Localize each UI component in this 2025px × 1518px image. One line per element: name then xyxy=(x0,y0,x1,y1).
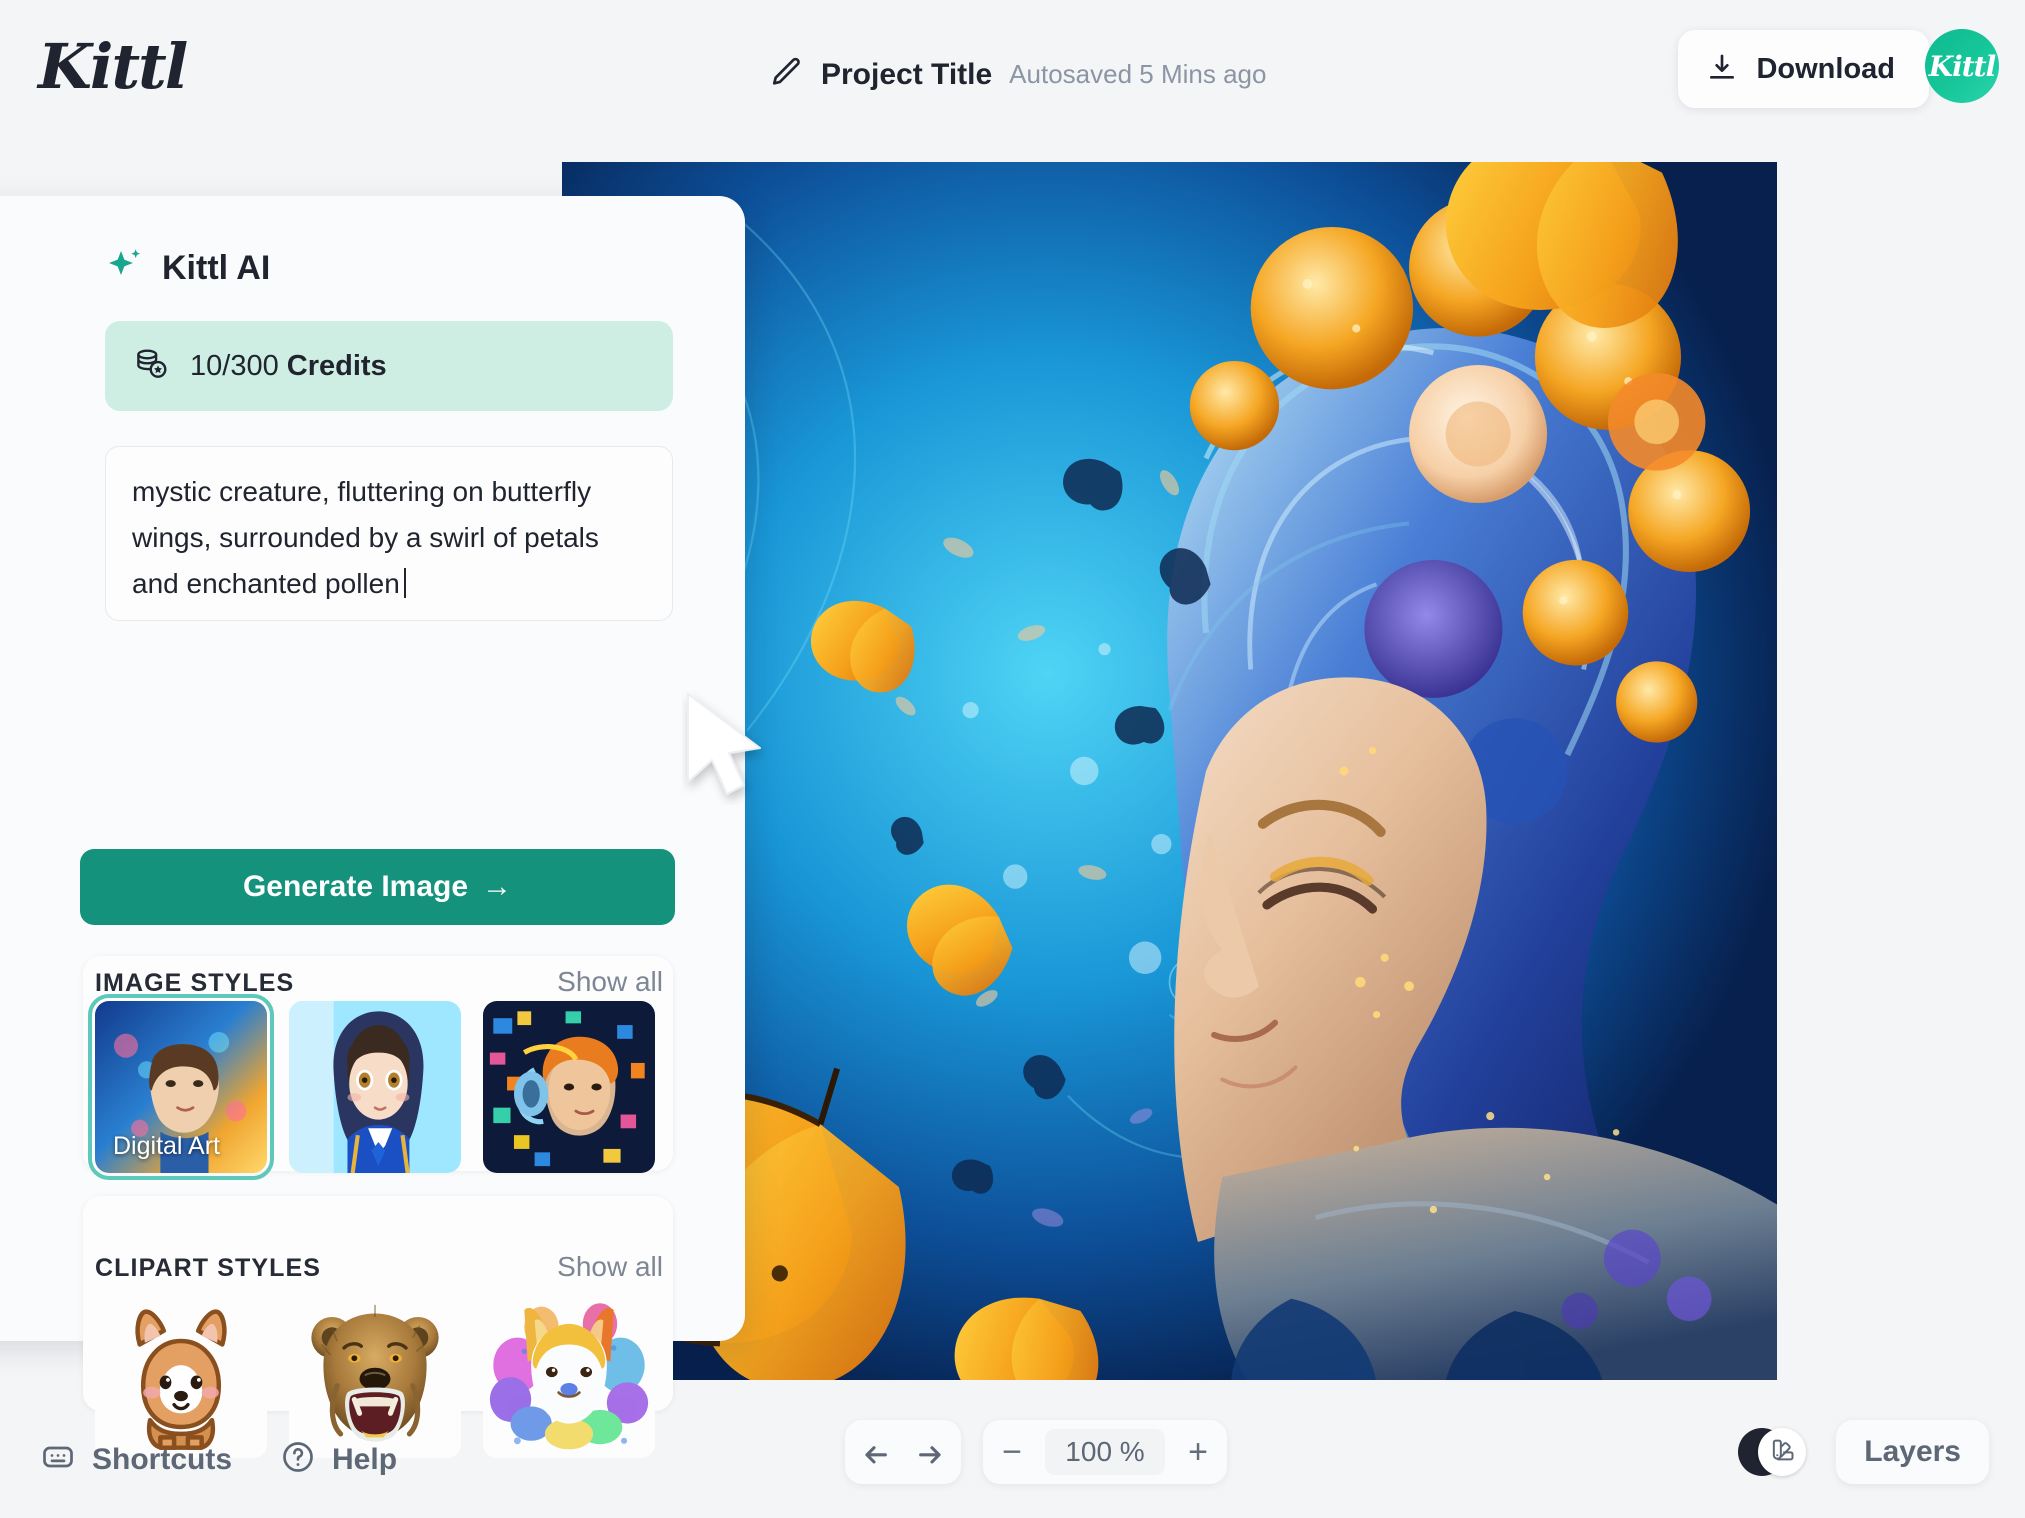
help-button[interactable]: Help xyxy=(280,1439,397,1480)
image-styles-header: IMAGE STYLES Show all xyxy=(83,966,673,998)
zoom-value[interactable]: 100 % xyxy=(1045,1429,1165,1475)
palette-swatch-circle xyxy=(1758,1428,1807,1476)
zoom-in-label: + xyxy=(1188,1433,1208,1471)
zoom-controls: − 100 % + xyxy=(845,1420,1227,1484)
text-caret xyxy=(403,568,406,598)
project-title-block[interactable]: Project Title Autosaved 5 Mins ago xyxy=(770,55,1266,94)
panel-title: Kittl AI xyxy=(162,249,271,287)
zoom-out-button[interactable]: − xyxy=(983,1420,1041,1484)
help-label: Help xyxy=(332,1442,398,1476)
footer-left: Shortcuts Help xyxy=(40,1439,397,1480)
zoom-out-label: − xyxy=(1002,1433,1022,1471)
clipart-styles-thumbs xyxy=(95,1286,655,1458)
panel-header: Kittl AI xyxy=(105,246,270,291)
clipart-thumb-cute-cartoon[interactable] xyxy=(95,1286,267,1458)
avatar-label: Kittl xyxy=(1928,49,1996,83)
credits-value: 10/300 xyxy=(190,349,279,382)
clipart-styles-header: CLIPART STYLES Show all xyxy=(83,1251,673,1283)
theme-toggle[interactable] xyxy=(1738,1426,1807,1478)
layers-button[interactable]: Layers xyxy=(1836,1420,1989,1484)
history-controls xyxy=(845,1420,961,1484)
shortcuts-label: Shortcuts xyxy=(92,1442,233,1476)
image-styles-thumbs: Digital Art xyxy=(88,994,655,1180)
footer-right: Layers xyxy=(1738,1420,1989,1484)
pencil-icon xyxy=(770,55,804,94)
image-styles-title: IMAGE STYLES xyxy=(95,969,295,997)
undo-button[interactable] xyxy=(845,1420,903,1484)
generate-label: Generate Image xyxy=(242,870,469,903)
sparkle-icon xyxy=(105,246,145,291)
download-button[interactable]: Download xyxy=(1678,30,1929,108)
style-thumb-anime[interactable] xyxy=(289,1001,461,1173)
clipart-styles-show-all[interactable]: Show all xyxy=(557,1251,673,1283)
coins-icon xyxy=(133,345,171,388)
palette-icon xyxy=(1768,1436,1796,1469)
style-thumb-digital-art[interactable]: Digital Art xyxy=(88,994,274,1180)
arrow-right-icon: → xyxy=(482,870,513,903)
kittl-ai-panel: Kittl AI 10/300 Credits mystic creature,… xyxy=(0,196,745,1458)
clipart-styles-title: CLIPART STYLES xyxy=(95,1254,322,1282)
avatar[interactable]: Kittl xyxy=(1925,29,1999,103)
kittl-logo[interactable]: Kittl xyxy=(38,30,188,103)
prompt-text: mystic creature, fluttering on butterfly… xyxy=(132,476,599,599)
question-circle-icon xyxy=(280,1439,316,1480)
project-title[interactable]: Project Title xyxy=(821,58,992,92)
prompt-input[interactable]: mystic creature, fluttering on butterfly… xyxy=(105,446,673,621)
credits-text: 10/300 Credits xyxy=(190,350,387,383)
download-label: Download xyxy=(1756,52,1895,85)
credits-label: Credits xyxy=(286,349,387,382)
generate-image-button[interactable]: Generate Image → xyxy=(80,849,675,925)
style-thumb-splash-art[interactable] xyxy=(483,1001,655,1173)
clipart-thumb-realistic-mascot[interactable] xyxy=(289,1286,461,1458)
app-root: Kittl Project Title Autosaved 5 Mins ago… xyxy=(0,0,2025,1518)
credits-badge[interactable]: 10/300 Credits xyxy=(105,321,673,411)
keyboard-icon xyxy=(40,1439,76,1480)
style-thumb-label: Digital Art xyxy=(113,1132,220,1160)
zoom-group: − 100 % + xyxy=(983,1420,1227,1484)
autosave-status: Autosaved 5 Mins ago xyxy=(1009,59,1267,89)
image-styles-show-all[interactable]: Show all xyxy=(557,966,673,998)
zoom-in-button[interactable]: + xyxy=(1169,1420,1227,1484)
shortcuts-button[interactable]: Shortcuts xyxy=(40,1439,232,1480)
clipart-thumb-watercolor[interactable] xyxy=(483,1286,655,1458)
redo-button[interactable] xyxy=(903,1420,961,1484)
download-icon xyxy=(1706,52,1738,87)
